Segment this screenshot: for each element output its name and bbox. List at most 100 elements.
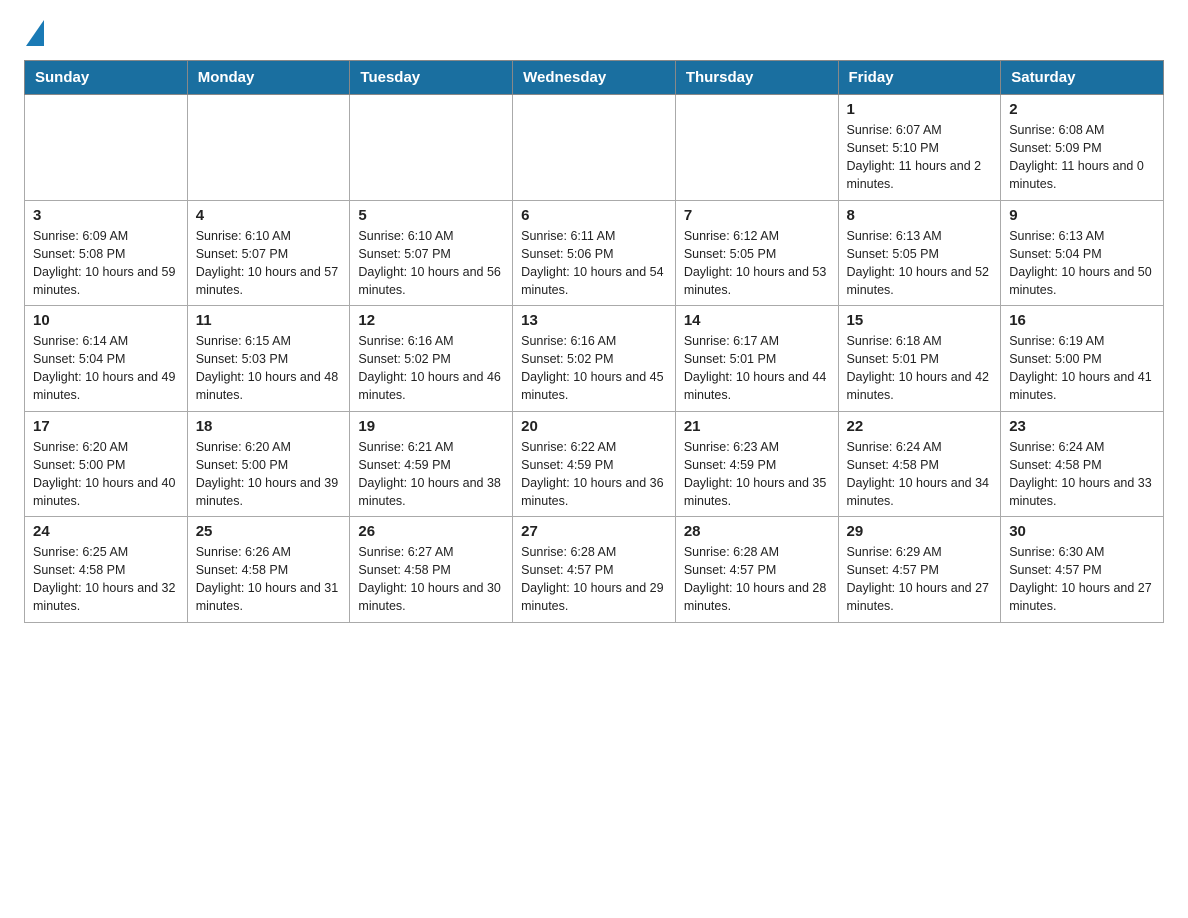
day-info: Sunrise: 6:13 AMSunset: 5:05 PMDaylight:… — [847, 227, 993, 300]
calendar-cell — [25, 95, 188, 201]
day-info: Sunrise: 6:30 AMSunset: 4:57 PMDaylight:… — [1009, 543, 1155, 616]
calendar-cell — [187, 95, 350, 201]
day-info: Sunrise: 6:21 AMSunset: 4:59 PMDaylight:… — [358, 438, 504, 511]
day-number: 15 — [847, 312, 993, 329]
day-number: 8 — [847, 207, 993, 224]
day-info: Sunrise: 6:10 AMSunset: 5:07 PMDaylight:… — [196, 227, 342, 300]
day-info: Sunrise: 6:11 AMSunset: 5:06 PMDaylight:… — [521, 227, 667, 300]
page-header — [24, 20, 1164, 44]
calendar-cell: 3 Sunrise: 6:09 AMSunset: 5:08 PMDaylight… — [25, 200, 188, 306]
calendar-cell: 8 Sunrise: 6:13 AMSunset: 5:05 PMDaylight… — [838, 200, 1001, 306]
day-info: Sunrise: 6:17 AMSunset: 5:01 PMDaylight:… — [684, 332, 830, 405]
calendar-cell: 21 Sunrise: 6:23 AMSunset: 4:59 PMDayligh… — [675, 411, 838, 517]
calendar-cell — [350, 95, 513, 201]
calendar-cell — [513, 95, 676, 201]
day-number: 27 — [521, 523, 667, 540]
day-number: 20 — [521, 418, 667, 435]
day-of-week-header: Saturday — [1001, 61, 1164, 95]
calendar-cell: 25 Sunrise: 6:26 AMSunset: 4:58 PMDayligh… — [187, 517, 350, 623]
day-info: Sunrise: 6:24 AMSunset: 4:58 PMDaylight:… — [1009, 438, 1155, 511]
calendar-cell: 12 Sunrise: 6:16 AMSunset: 5:02 PMDayligh… — [350, 306, 513, 412]
calendar-cell: 16 Sunrise: 6:19 AMSunset: 5:00 PMDayligh… — [1001, 306, 1164, 412]
day-of-week-header: Monday — [187, 61, 350, 95]
calendar-week-row: 3 Sunrise: 6:09 AMSunset: 5:08 PMDaylight… — [25, 200, 1164, 306]
calendar-header-row: SundayMondayTuesdayWednesdayThursdayFrid… — [25, 61, 1164, 95]
calendar-cell: 1 Sunrise: 6:07 AMSunset: 5:10 PMDaylight… — [838, 95, 1001, 201]
day-number: 6 — [521, 207, 667, 224]
calendar-week-row: 10 Sunrise: 6:14 AMSunset: 5:04 PMDayligh… — [25, 306, 1164, 412]
day-number: 4 — [196, 207, 342, 224]
day-info: Sunrise: 6:27 AMSunset: 4:58 PMDaylight:… — [358, 543, 504, 616]
day-number: 16 — [1009, 312, 1155, 329]
calendar-week-row: 1 Sunrise: 6:07 AMSunset: 5:10 PMDaylight… — [25, 95, 1164, 201]
calendar-week-row: 17 Sunrise: 6:20 AMSunset: 5:00 PMDayligh… — [25, 411, 1164, 517]
calendar-cell: 28 Sunrise: 6:28 AMSunset: 4:57 PMDayligh… — [675, 517, 838, 623]
calendar-cell: 27 Sunrise: 6:28 AMSunset: 4:57 PMDayligh… — [513, 517, 676, 623]
day-info: Sunrise: 6:20 AMSunset: 5:00 PMDaylight:… — [33, 438, 179, 511]
calendar-cell — [675, 95, 838, 201]
day-number: 26 — [358, 523, 504, 540]
calendar-cell: 19 Sunrise: 6:21 AMSunset: 4:59 PMDayligh… — [350, 411, 513, 517]
day-number: 21 — [684, 418, 830, 435]
day-number: 12 — [358, 312, 504, 329]
day-info: Sunrise: 6:28 AMSunset: 4:57 PMDaylight:… — [521, 543, 667, 616]
calendar-cell: 14Sunrise: 6:17 AMSunset: 5:01 PMDayligh… — [675, 306, 838, 412]
day-info: Sunrise: 6:24 AMSunset: 4:58 PMDaylight:… — [847, 438, 993, 511]
calendar-table: SundayMondayTuesdayWednesdayThursdayFrid… — [24, 60, 1164, 623]
day-number: 29 — [847, 523, 993, 540]
calendar-week-row: 24Sunrise: 6:25 AMSunset: 4:58 PMDayligh… — [25, 517, 1164, 623]
calendar-cell: 5Sunrise: 6:10 AMSunset: 5:07 PMDaylight… — [350, 200, 513, 306]
day-of-week-header: Wednesday — [513, 61, 676, 95]
day-info: Sunrise: 6:10 AMSunset: 5:07 PMDaylight:… — [358, 227, 504, 300]
calendar-cell: 26 Sunrise: 6:27 AMSunset: 4:58 PMDayligh… — [350, 517, 513, 623]
day-info: Sunrise: 6:07 AMSunset: 5:10 PMDaylight:… — [847, 121, 993, 194]
calendar-cell: 24Sunrise: 6:25 AMSunset: 4:58 PMDayligh… — [25, 517, 188, 623]
day-info: Sunrise: 6:15 AMSunset: 5:03 PMDaylight:… — [196, 332, 342, 405]
calendar-cell: 17 Sunrise: 6:20 AMSunset: 5:00 PMDayligh… — [25, 411, 188, 517]
calendar-cell: 4 Sunrise: 6:10 AMSunset: 5:07 PMDaylight… — [187, 200, 350, 306]
day-of-week-header: Thursday — [675, 61, 838, 95]
calendar-cell: 7Sunrise: 6:12 AMSunset: 5:05 PMDaylight… — [675, 200, 838, 306]
calendar-cell: 13Sunrise: 6:16 AMSunset: 5:02 PMDayligh… — [513, 306, 676, 412]
logo-triangle-icon — [26, 20, 44, 46]
day-number: 17 — [33, 418, 179, 435]
calendar-cell: 20Sunrise: 6:22 AMSunset: 4:59 PMDayligh… — [513, 411, 676, 517]
calendar-cell: 9 Sunrise: 6:13 AMSunset: 5:04 PMDaylight… — [1001, 200, 1164, 306]
day-info: Sunrise: 6:16 AMSunset: 5:02 PMDaylight:… — [358, 332, 504, 405]
day-info: Sunrise: 6:08 AMSunset: 5:09 PMDaylight:… — [1009, 121, 1155, 194]
day-info: Sunrise: 6:26 AMSunset: 4:58 PMDaylight:… — [196, 543, 342, 616]
day-info: Sunrise: 6:09 AMSunset: 5:08 PMDaylight:… — [33, 227, 179, 300]
day-info: Sunrise: 6:14 AMSunset: 5:04 PMDaylight:… — [33, 332, 179, 405]
calendar-cell: 30Sunrise: 6:30 AMSunset: 4:57 PMDayligh… — [1001, 517, 1164, 623]
day-number: 22 — [847, 418, 993, 435]
day-info: Sunrise: 6:18 AMSunset: 5:01 PMDaylight:… — [847, 332, 993, 405]
day-number: 18 — [196, 418, 342, 435]
logo — [24, 20, 44, 44]
day-number: 1 — [847, 101, 993, 118]
day-number: 25 — [196, 523, 342, 540]
calendar-cell: 6 Sunrise: 6:11 AMSunset: 5:06 PMDaylight… — [513, 200, 676, 306]
day-info: Sunrise: 6:19 AMSunset: 5:00 PMDaylight:… — [1009, 332, 1155, 405]
day-of-week-header: Friday — [838, 61, 1001, 95]
calendar-cell: 15 Sunrise: 6:18 AMSunset: 5:01 PMDayligh… — [838, 306, 1001, 412]
calendar-cell: 10 Sunrise: 6:14 AMSunset: 5:04 PMDayligh… — [25, 306, 188, 412]
day-number: 11 — [196, 312, 342, 329]
day-number: 23 — [1009, 418, 1155, 435]
day-info: Sunrise: 6:12 AMSunset: 5:05 PMDaylight:… — [684, 227, 830, 300]
day-info: Sunrise: 6:29 AMSunset: 4:57 PMDaylight:… — [847, 543, 993, 616]
day-info: Sunrise: 6:23 AMSunset: 4:59 PMDaylight:… — [684, 438, 830, 511]
day-number: 28 — [684, 523, 830, 540]
calendar-cell: 22 Sunrise: 6:24 AMSunset: 4:58 PMDayligh… — [838, 411, 1001, 517]
day-number: 3 — [33, 207, 179, 224]
calendar-cell: 11 Sunrise: 6:15 AMSunset: 5:03 PMDayligh… — [187, 306, 350, 412]
day-of-week-header: Sunday — [25, 61, 188, 95]
day-number: 13 — [521, 312, 667, 329]
day-info: Sunrise: 6:25 AMSunset: 4:58 PMDaylight:… — [33, 543, 179, 616]
day-info: Sunrise: 6:28 AMSunset: 4:57 PMDaylight:… — [684, 543, 830, 616]
day-number: 2 — [1009, 101, 1155, 118]
day-number: 19 — [358, 418, 504, 435]
day-of-week-header: Tuesday — [350, 61, 513, 95]
day-info: Sunrise: 6:13 AMSunset: 5:04 PMDaylight:… — [1009, 227, 1155, 300]
day-number: 10 — [33, 312, 179, 329]
day-number: 9 — [1009, 207, 1155, 224]
